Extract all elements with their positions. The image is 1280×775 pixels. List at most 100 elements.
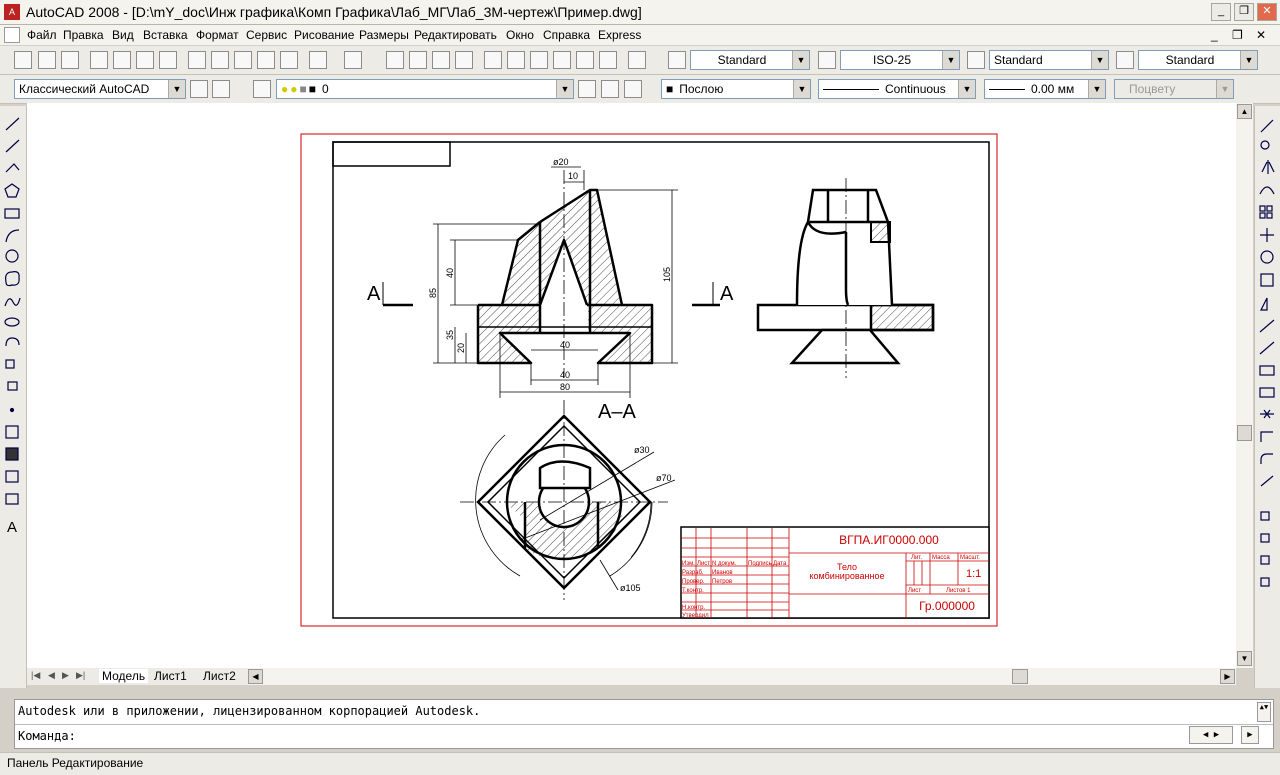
paste-icon[interactable] [234,51,252,69]
multileader-style-icon[interactable] [1116,51,1134,69]
plot-preview-icon[interactable] [113,51,131,69]
zoom-realtime-icon[interactable] [409,51,427,69]
command-vscroll-icon[interactable]: ▲▼ [1257,702,1271,722]
move-icon[interactable] [1260,228,1274,242]
make-block-icon[interactable] [7,381,18,391]
properties-icon[interactable] [484,51,502,69]
fillet-icon[interactable] [1260,453,1273,464]
zoom-previous-icon[interactable] [455,51,473,69]
text-style-icon[interactable] [668,51,686,69]
draw-order-front-icon[interactable] [1260,511,1270,521]
tab-model[interactable]: Модель [99,669,149,683]
markup-icon[interactable] [576,51,594,69]
layer-manager-icon[interactable] [253,80,271,98]
extend-icon[interactable] [1259,341,1275,355]
menu-express[interactable]: Express [598,28,641,42]
redo-icon[interactable] [344,51,362,69]
ellipse-arc-icon[interactable] [5,337,20,347]
match-properties-icon[interactable] [257,51,275,69]
menu-edit[interactable]: Правка [63,28,104,42]
pan-icon[interactable] [386,51,404,69]
vertical-scroll-thumb[interactable] [1237,425,1252,441]
trim-icon[interactable] [1259,319,1275,333]
tab-nav-last-icon[interactable]: ▶| [76,670,85,681]
bring-above-icon[interactable] [1260,555,1270,565]
circle-icon[interactable] [5,249,19,263]
open-icon[interactable] [38,51,56,69]
scroll-up-icon[interactable]: ▲ [1237,104,1252,119]
scale-icon[interactable] [1260,273,1274,287]
workspace-select[interactable]: Классический AutoCAD ▼ [14,79,186,99]
table-icon[interactable] [5,493,19,505]
3d-dwf-icon[interactable] [159,51,177,69]
copy-object-icon[interactable] [1260,140,1270,150]
multiline-text-icon[interactable]: A [7,519,17,536]
print-icon[interactable] [90,51,108,69]
zoom-window-icon[interactable] [432,51,450,69]
doc-minimize-icon[interactable]: _ [1211,28,1218,42]
insert-block-icon[interactable] [5,359,15,369]
doc-close-icon[interactable]: ✕ [1256,28,1266,42]
dim-style-select[interactable]: ISO-25 ▼ [840,50,960,70]
command-scroll-right-icon[interactable]: ▶ [1241,726,1259,744]
arc-icon[interactable] [5,229,20,243]
table-style-select[interactable]: Standard ▼ [989,50,1109,70]
color-select[interactable]: ■ Послою ▼ [661,79,811,99]
layer-previous-icon[interactable] [601,80,619,98]
restore-button[interactable]: ❐ [1234,3,1254,21]
scroll-left-icon[interactable]: ◀ [248,669,263,684]
explode-icon[interactable] [1260,475,1274,487]
send-under-icon[interactable] [1260,577,1270,587]
text-style-select[interactable]: Standard ▼ [690,50,810,70]
doc-restore-icon[interactable]: ❐ [1232,28,1243,42]
region-icon[interactable] [5,470,19,483]
calculator-icon[interactable] [599,51,617,69]
minimize-button[interactable]: _ [1211,3,1231,21]
menu-window[interactable]: Окно [506,28,534,42]
ellipse-icon[interactable] [4,317,20,327]
erase-icon[interactable] [1260,119,1274,133]
autocad-app-icon[interactable]: A [4,4,20,20]
design-center-icon[interactable] [507,51,525,69]
mirror-icon[interactable] [1261,160,1275,174]
my-workspace-icon[interactable] [212,80,230,98]
spline-icon[interactable] [4,297,21,307]
menu-tools[interactable]: Сервис [246,28,287,42]
cut-icon[interactable] [188,51,206,69]
menu-modify[interactable]: Редактировать [414,28,497,42]
tool-palettes-icon[interactable] [530,51,548,69]
publish-icon[interactable] [136,51,154,69]
polyline-icon[interactable] [5,163,20,173]
gradient-icon[interactable] [5,447,19,461]
menu-help[interactable]: Справка [543,28,590,42]
join-icon[interactable] [1260,409,1274,419]
tab-nav-next-icon[interactable]: ▶ [62,670,69,681]
multileader-style-select[interactable]: Standard ▼ [1138,50,1258,70]
sheet-set-icon[interactable] [553,51,571,69]
menu-view[interactable]: Вид [112,28,134,42]
menu-insert[interactable]: Вставка [143,28,188,42]
tab-sheet2[interactable]: Лист2 [203,669,236,683]
lineweight-select[interactable]: 0.00 мм ▼ [984,79,1106,99]
vertical-scrollbar[interactable]: ▲ ▼ [1236,103,1253,668]
point-icon[interactable] [9,407,15,413]
make-current-layer-icon[interactable] [578,80,596,98]
tab-sheet1[interactable]: Лист1 [154,669,187,683]
tab-nav-prev-icon[interactable]: ◀ [48,670,55,681]
horizontal-scroll-thumb[interactable] [1012,669,1028,684]
draw-order-back-icon[interactable] [1260,533,1270,543]
tab-nav-first-icon[interactable]: |◀ [31,670,40,681]
save-icon[interactable] [61,51,79,69]
new-icon[interactable] [14,51,32,69]
array-icon[interactable] [1259,205,1266,212]
block-editor-icon[interactable] [280,51,298,69]
hatch-icon[interactable] [5,425,19,439]
linetype-select[interactable]: Continuous ▼ [818,79,976,99]
menu-draw[interactable]: Рисование [294,28,354,42]
command-line-window[interactable]: Autodesk или в приложении, лицензированн… [14,699,1274,749]
menu-file[interactable]: Файл [27,28,57,42]
rectangle-icon[interactable] [4,208,20,219]
layer-select[interactable]: ● ● ■ ■ 0 ▼ [276,79,574,99]
scroll-right-icon[interactable]: ▶ [1220,669,1235,684]
menu-format[interactable]: Формат [196,28,239,42]
